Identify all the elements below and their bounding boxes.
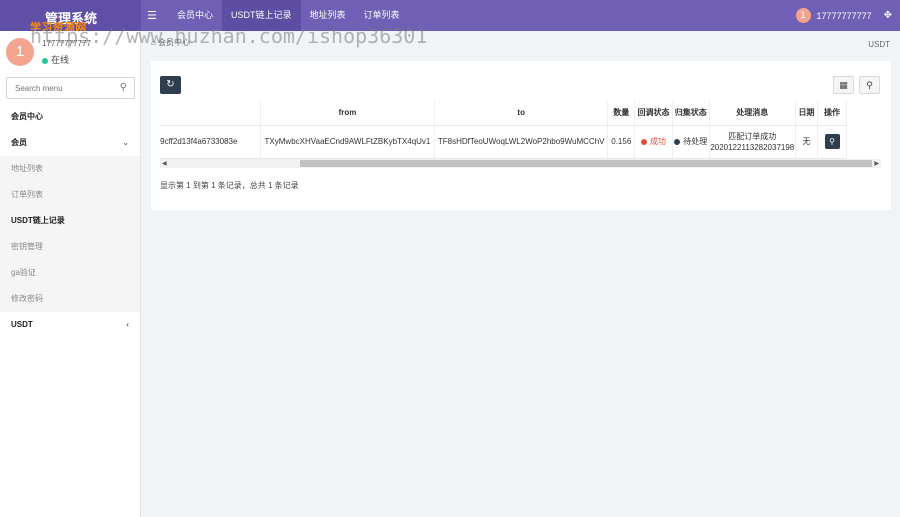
table-row: e1715869cff2d13f4a6733083e TXyMwbcXHVaaE… [160, 125, 847, 159]
search-icon[interactable]: ⚲ [120, 82, 127, 93]
cell-message: 匹配订单成功 20201221132820371​98 [709, 125, 797, 159]
status-label: 在线 [51, 55, 70, 65]
chevron-down-icon: ⌄ [122, 138, 129, 147]
message-line-1: 匹配订单成功 [728, 131, 777, 141]
col-from[interactable]: from [260, 101, 435, 126]
sidebar-item-member[interactable]: 会员 ⌄ [0, 130, 140, 156]
refresh-icon: ↻ [166, 79, 175, 90]
col-collect-status[interactable]: 归集状态 [672, 101, 710, 126]
scrollbar-thumb[interactable] [300, 160, 872, 167]
sidebar-item-ga-verify[interactable]: ga验证 [0, 260, 140, 286]
cell-amount: 0.156 [607, 125, 636, 159]
sidebar-item-address-list[interactable]: 地址列表 [0, 156, 140, 182]
search-menu-box: ⚲ [6, 77, 135, 99]
col-date[interactable]: 日期 [795, 101, 818, 126]
sidebar-item-member-center[interactable]: 会员中心 [0, 104, 140, 130]
col-callback-status[interactable]: 回调状态 [634, 101, 673, 126]
sidebar-item-label: USDT [11, 320, 33, 329]
message-line-2: 20201221132820371​98 [710, 142, 795, 152]
records-table: from to 数量 回调状态 归集状态 处理消息 日期 操作 e1715869… [160, 101, 847, 159]
top-user-name[interactable]: 17777777777 [817, 11, 872, 21]
online-status: 在线 [42, 53, 69, 66]
col-hash[interactable] [160, 101, 261, 126]
top-user-area: 1 17777777777 ✥ [795, 0, 892, 31]
search-input[interactable] [7, 78, 107, 98]
side-menu: 会员中心 会员 ⌄ 地址列表 订单列表 USDT链上记录 密钥管理 ga验证 修改… [0, 104, 140, 338]
fullscreen-icon[interactable]: ✥ [884, 10, 892, 21]
col-amount[interactable]: 数量 [607, 101, 636, 126]
content-panel: ↻ ▦ ⚲ from to 数量 回调状态 归集状态 处理消息 日期 操作 9c… [151, 61, 891, 210]
cell-callback-status: 成功 [634, 125, 673, 159]
search-icon: ⚲ [866, 80, 873, 90]
menu-toggle-icon[interactable]: ☰ [147, 9, 157, 22]
scroll-left-arrow-icon[interactable]: ◀ [162, 160, 167, 167]
sidebar-item-usdt-records[interactable]: USDT链上记录 [0, 208, 140, 234]
chevron-left-icon: ‹ [126, 320, 129, 329]
table-search-button[interactable]: ⚲ [859, 76, 880, 94]
sidebar-item-change-password[interactable]: 修改密码 [0, 286, 140, 312]
status-dot-icon [641, 138, 648, 145]
sidebar-item-usdt[interactable]: USDT ‹ [0, 312, 140, 338]
horizontal-scrollbar[interactable]: ◀ ▶ [160, 159, 881, 168]
refresh-button[interactable]: ↻ [160, 76, 181, 94]
cell-hash: e1715869cff2d13f4a6733083e [160, 125, 261, 159]
watermark: https://www.huzhan.com/ishop36301 [30, 24, 428, 48]
top-avatar[interactable]: 1 [795, 8, 811, 23]
sidebar-item-order-list[interactable]: 订单列表 [0, 182, 140, 208]
view-detail-button[interactable]: ⚲ [824, 134, 840, 149]
breadcrumb: ⌂ 会员中心 [151, 37, 190, 48]
sidebar-item-key-management[interactable]: 密钥管理 [0, 234, 140, 260]
home-icon: ⌂ [151, 38, 159, 47]
callback-status-text: 成功 [650, 137, 667, 146]
col-to[interactable]: to [434, 101, 609, 126]
sidebar-item-label: 会员 [11, 138, 27, 147]
search-icon: ⚲ [829, 137, 835, 146]
online-dot-icon [42, 57, 48, 64]
cell-collect-status: 待处理 [672, 125, 710, 159]
scroll-right-arrow-icon[interactable]: ▶ [874, 160, 879, 167]
table-header-row: from to 数量 回调状态 归集状态 处理消息 日期 操作 [160, 101, 847, 126]
cell-actions: ⚲ [817, 125, 847, 159]
col-actions[interactable]: 操作 [817, 101, 847, 126]
pagination-info: 显示第 1 到第 1 条记录，总共 1 条记录 [160, 181, 299, 190]
sidebar: 1 17777777777 在线 ⚲ 会员中心 会员⌄ 地址列表 订单列表 US… [0, 31, 141, 517]
collect-status-text: 待处理 [683, 137, 708, 146]
export-button[interactable]: ▦ [833, 76, 854, 94]
breadcrumb-current: USDT [868, 40, 890, 49]
export-icon: ▦ [839, 80, 848, 90]
status-dot-icon [674, 138, 681, 145]
cell-date: 无 [795, 125, 818, 159]
cell-from: TXyMwbcXHVaaECnd9AWLFtZBKybTX4qUv1 [260, 125, 435, 159]
breadcrumb-home[interactable]: 会员中心 [158, 38, 190, 47]
cell-to: TF8sHDfTeoUWoqLWL2WoP2hbo9WuMCChV [434, 125, 609, 159]
col-message[interactable]: 处理消息 [709, 101, 797, 126]
